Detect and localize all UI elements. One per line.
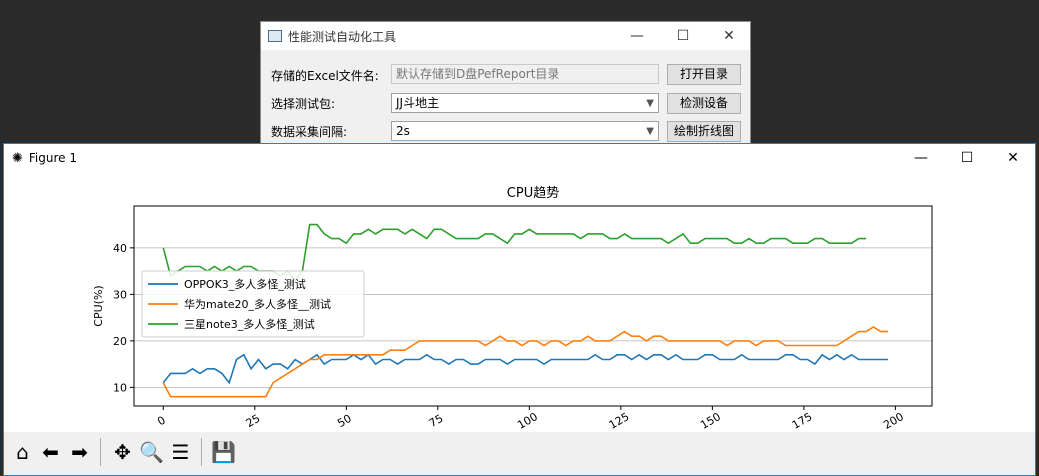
figure-titlebar: ✺ Figure 1 — ☐ ✕ (4, 144, 1035, 172)
draw-chart-button[interactable]: 绘制折线图 (667, 121, 741, 142)
x-tick-label: 0 (155, 414, 168, 429)
matplotlib-icon: ✺ (12, 150, 23, 166)
excel-file-input[interactable]: 默认存储到D盘PefReport目录 (391, 64, 659, 84)
y-axis-label: CPU(%) (92, 285, 105, 326)
back-icon[interactable]: ⬅ (37, 438, 64, 466)
open-dir-button[interactable]: 打开目录 (667, 64, 741, 85)
subplots-icon[interactable]: ☰ (167, 438, 194, 466)
legend-label: OPPOK3_多人多怪_测试 (184, 277, 306, 291)
detect-device-button[interactable]: 检测设备 (667, 93, 741, 114)
app-icon (268, 30, 282, 42)
x-tick-label: 150 (698, 410, 723, 432)
series-line-1 (162, 353, 889, 385)
legend-label: 华为mate20_多人多怪__测试 (184, 297, 331, 311)
home-icon[interactable]: ⌂ (9, 438, 36, 466)
tool-window-title: 性能测试自动化工具 (288, 29, 397, 44)
maximize-button[interactable]: ☐ (660, 22, 706, 50)
forward-icon[interactable]: ➡ (66, 438, 93, 466)
y-tick-label: 30 (113, 288, 127, 301)
package-select-value: JJ斗地主 (396, 96, 440, 110)
minimize-button[interactable]: — (614, 22, 660, 50)
pan-icon[interactable]: ✥ (109, 438, 136, 466)
excel-label: 存储的Excel文件名: (271, 69, 379, 83)
tool-window-titlebar: 性能测试自动化工具 — ☐ ✕ (261, 22, 750, 50)
toolbar-divider (201, 438, 202, 466)
close-button[interactable]: ✕ (706, 22, 752, 50)
maximize-button[interactable]: ☐ (944, 144, 990, 172)
legend: OPPOK3_多人多怪_测试华为mate20_多人多怪__测试三星note3_多… (141, 270, 365, 338)
minimize-button[interactable]: — (898, 144, 944, 172)
x-tick-label: 200 (881, 410, 906, 432)
legend-label: 三星note3_多人多怪_测试 (184, 317, 315, 331)
figure-title: Figure 1 (28, 151, 77, 165)
chevron-down-icon: ▼ (646, 126, 654, 137)
interval-select[interactable]: 2s ▼ (391, 121, 659, 141)
x-tick-label: 175 (790, 410, 815, 432)
chevron-down-icon: ▼ (646, 98, 654, 109)
package-select[interactable]: JJ斗地主 ▼ (391, 93, 659, 113)
y-tick-label: 10 (113, 381, 127, 394)
y-tick-label: 20 (113, 335, 127, 348)
x-tick-label: 25 (244, 412, 263, 430)
tool-window: 性能测试自动化工具 — ☐ ✕ 存储的Excel文件名: 默认存储到D盘PefR… (260, 21, 751, 147)
y-tick-label: 40 (113, 242, 127, 255)
zoom-icon[interactable]: 🔍 (138, 438, 165, 466)
x-tick-label: 75 (427, 412, 446, 430)
x-tick-label: 50 (335, 412, 354, 430)
save-icon[interactable]: 💾 (210, 438, 237, 466)
package-label: 选择测试包: (271, 97, 336, 111)
x-tick-label: 125 (607, 410, 632, 432)
interval-select-value: 2s (396, 124, 410, 138)
close-button[interactable]: ✕ (990, 144, 1036, 172)
figure-toolbar: ⌂ ⬅ ➡ ✥ 🔍 ☰ 💾 (4, 432, 1035, 475)
chart-title: CPU趋势 (507, 185, 559, 201)
cpu-line-chart: 10 20 30 40 0 25 50 75 100 125 150 175 200 CPU趋势 CPU… (92, 185, 933, 432)
x-tick-label: 100 (515, 410, 540, 432)
toolbar-divider (100, 438, 101, 466)
interval-label: 数据采集间隔: (271, 125, 348, 139)
figure-window: ✺ Figure 1 — ☐ ✕ 10 20 30 40 0 25 50 75 100 125 15… (3, 143, 1036, 476)
